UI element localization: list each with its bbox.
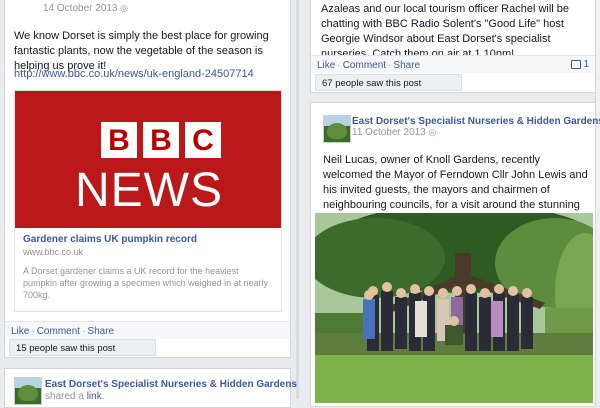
right-top-post-actions: Like · Comment · Share 1 <box>311 55 595 73</box>
group-photo-illustration <box>315 213 593 403</box>
bbc-letter-c: C <box>185 122 221 158</box>
link-preview[interactable]: BBC NEWS Gardener claims UK pumpkin reco… <box>14 90 282 312</box>
article-domain: www.bbc.co.uk <box>23 247 84 257</box>
left-post-actions: Like · Comment · Share <box>5 321 290 339</box>
right-post-date[interactable]: 11 October 2013 ◎ <box>352 127 436 138</box>
left-bottom-post-card: East Dorset's Specialist Nurseries & Hid… <box>4 368 297 408</box>
bbc-news-image[interactable]: BBC NEWS <box>15 91 281 228</box>
article-summary: A Dorset gardener claims a UK record for… <box>23 266 269 300</box>
group-photo[interactable] <box>315 213 593 403</box>
bbc-letter-b2: B <box>143 122 179 158</box>
shared-link-line: shared a link. <box>45 391 105 402</box>
left-post-seen-count[interactable]: 15 people saw this post <box>9 339 156 356</box>
comment-link[interactable]: Comment <box>343 60 386 71</box>
left-post-url-link[interactable]: http://www.bbc.co.uk/news/uk-england-245… <box>14 68 254 80</box>
right-top-post-seen-count[interactable]: 67 people saw this post <box>315 74 462 91</box>
like-link[interactable]: Like <box>11 326 29 337</box>
right-top-post-text: Azaleas and our local tourism officer Ra… <box>321 3 570 60</box>
comment-count[interactable]: 1 <box>570 59 589 70</box>
news-wordmark: NEWS <box>75 164 223 217</box>
right-post-card: East Dorset's Specialist Nurseries & Hid… <box>310 102 600 407</box>
share-link[interactable]: Share <box>87 326 114 337</box>
share-link[interactable]: Share <box>393 60 420 71</box>
right-post-page-name[interactable]: East Dorset's Specialist Nurseries & Hid… <box>352 116 600 127</box>
bbc-letter-b1: B <box>101 122 137 158</box>
right-top-post-card: Azaleas and our local tourism officer Ra… <box>310 0 596 93</box>
page-avatar[interactable] <box>323 115 351 143</box>
comment-bubble-icon <box>570 59 581 69</box>
shared-link[interactable]: link <box>87 391 102 402</box>
left-post-card: 14 October 2013 ◎ We know Dorset is simp… <box>4 0 291 358</box>
article-title[interactable]: Gardener claims UK pumpkin record <box>23 234 197 245</box>
left-post-date[interactable]: 14 October 2013 ◎ <box>43 3 128 14</box>
like-link[interactable]: Like <box>317 60 335 71</box>
timeline-spine <box>296 0 299 399</box>
globe-icon: ◎ <box>428 127 437 137</box>
page-avatar[interactable] <box>14 377 42 405</box>
comment-link[interactable]: Comment <box>37 326 80 337</box>
bbc-logo: BBC <box>101 122 221 158</box>
left-bottom-page-name[interactable]: East Dorset's Specialist Nurseries & Hid… <box>45 379 297 390</box>
globe-icon: ◎ <box>120 3 129 13</box>
